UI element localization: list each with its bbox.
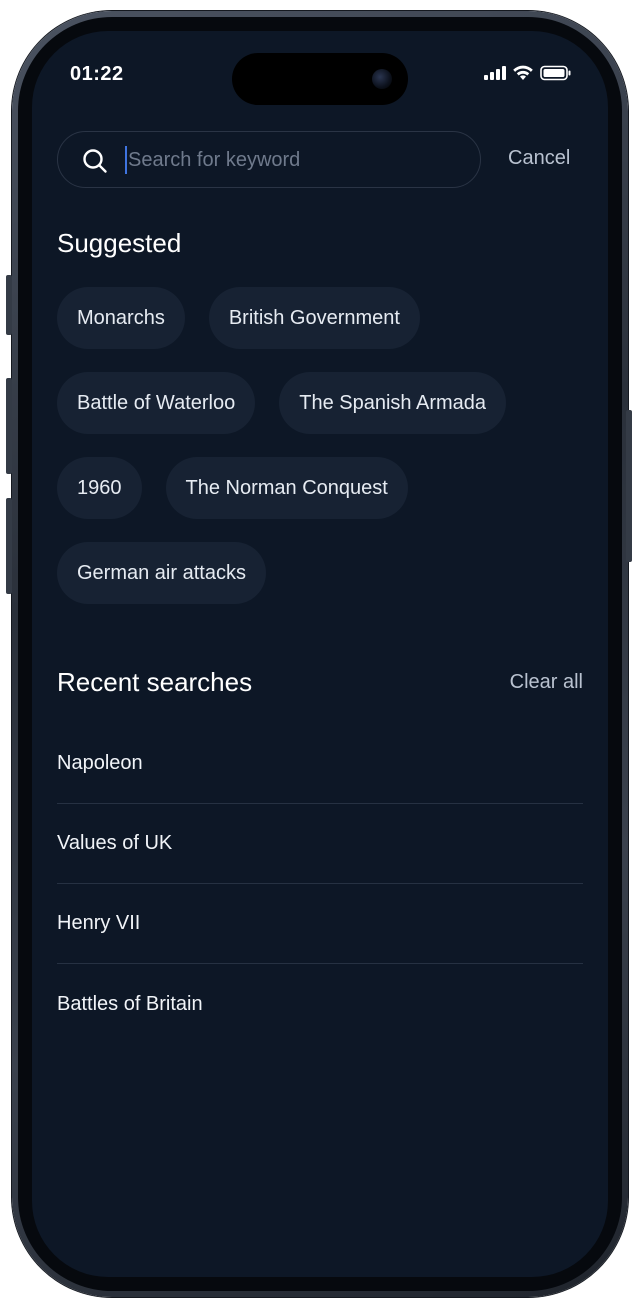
front-camera: [372, 69, 392, 89]
suggestion-chip[interactable]: German air attacks: [57, 542, 266, 604]
search-icon: [83, 149, 107, 173]
chip-row: German air attacks: [57, 542, 587, 604]
cancel-button[interactable]: Cancel: [508, 147, 570, 170]
status-icons: [484, 65, 572, 81]
recent-search-item[interactable]: Napoleon: [57, 724, 583, 804]
chip-row: Monarchs British Government: [57, 287, 587, 349]
recent-search-item[interactable]: Battles of Britain: [57, 964, 583, 1044]
search-input[interactable]: [128, 140, 458, 180]
screen: 01:22 Cancel Suggested: [32, 31, 608, 1277]
chip-row: Battle of Waterloo The Spanish Armada: [57, 372, 587, 434]
cellular-signal-icon: [484, 66, 506, 80]
recent-search-item[interactable]: Values of UK: [57, 804, 583, 884]
power-button: [626, 410, 632, 562]
wifi-icon: [513, 65, 533, 80]
status-time: 01:22: [70, 63, 124, 85]
battery-icon: [540, 65, 571, 81]
chip-row: 1960 The Norman Conquest: [57, 457, 587, 519]
recent-searches-list: Napoleon Values of UK Henry VII Battles …: [57, 724, 583, 1044]
volume-up-button: [6, 378, 12, 474]
suggestion-chip[interactable]: Battle of Waterloo: [57, 372, 256, 434]
clear-all-button[interactable]: Clear all: [510, 671, 583, 694]
dynamic-island: [232, 53, 408, 105]
suggestion-chip[interactable]: Monarchs: [57, 287, 185, 349]
suggested-chips: Monarchs British Government Battle of Wa…: [57, 287, 587, 627]
text-cursor: [125, 146, 127, 174]
suggestion-chip[interactable]: The Norman Conquest: [165, 457, 408, 519]
suggested-heading: Suggested: [57, 228, 182, 258]
volume-down-button: [6, 498, 12, 594]
search-box[interactable]: [57, 131, 481, 188]
suggestion-chip[interactable]: The Spanish Armada: [279, 372, 507, 434]
recent-searches-heading: Recent searches: [57, 667, 253, 697]
recent-search-item[interactable]: Henry VII: [57, 884, 583, 964]
suggestion-chip[interactable]: British Government: [208, 287, 420, 349]
action-button: [6, 275, 12, 335]
suggestion-chip[interactable]: 1960: [57, 457, 142, 519]
